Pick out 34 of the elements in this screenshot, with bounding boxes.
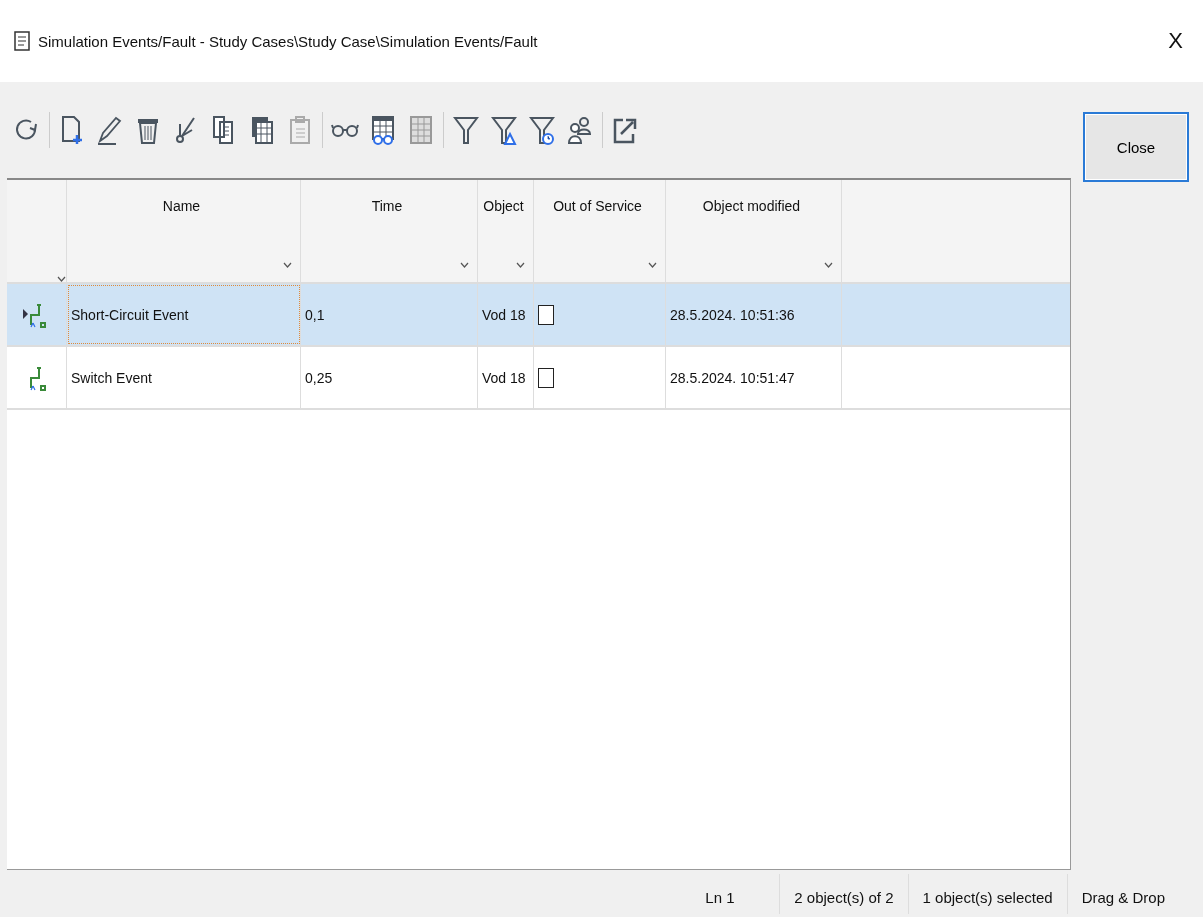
filter-warning-icon[interactable]: [488, 114, 520, 146]
table-row[interactable]: Short-Circuit Event 0,1 Vod 18 28.5.2024. 10:51:36: [7, 284, 1070, 347]
filter-clock-icon[interactable]: [526, 114, 558, 146]
column-header[interactable]: Time: [301, 180, 478, 282]
table-cell: 28.5.2024. 10:51:47: [670, 369, 795, 386]
document-icon: [14, 31, 30, 51]
table-cell: Switch Event: [71, 369, 152, 386]
close-button[interactable]: Close: [1083, 112, 1189, 182]
table-cell: 0,25: [305, 369, 333, 386]
status-text: 2 object(s) of 2: [779, 873, 908, 914]
table-cell: 0,1: [305, 306, 325, 323]
close-icon[interactable]: X: [1162, 28, 1189, 54]
window-title: Simulation Events/Fault - Study Cases\Study Case\Simulation Events/Fault: [38, 32, 539, 50]
checkbox[interactable]: [538, 367, 554, 388]
filter-icon[interactable]: [450, 114, 482, 146]
column-header[interactable]: Out of Service: [534, 180, 666, 282]
chevron-down-icon: [648, 262, 657, 268]
column-header[interactable]: Object modified: [666, 180, 842, 282]
table-row[interactable]: Switch Event 0,25 Vod 18 28.5.2024. 10:51:47: [7, 347, 1070, 410]
column-header[interactable]: Name: [67, 180, 301, 282]
chevron-down-icon: [283, 262, 292, 268]
status-text: Drag & Drop: [1066, 873, 1179, 914]
status-text: Ln 1: [704, 887, 736, 908]
table-cell: Short-Circuit Event: [71, 306, 189, 323]
table-cell: Vod 18: [482, 369, 526, 386]
column-header[interactable]: Object: [478, 180, 534, 282]
chevron-down-icon: [460, 262, 469, 268]
chevron-down-icon: [57, 276, 66, 282]
status-text: 1 object(s) selected: [907, 873, 1067, 914]
chevron-down-icon: [824, 262, 833, 268]
table-cell: Vod 18: [482, 306, 526, 323]
checkbox[interactable]: [538, 304, 554, 325]
chevron-down-icon: [516, 262, 525, 268]
table-cell: 28.5.2024. 10:51:36: [670, 306, 795, 323]
